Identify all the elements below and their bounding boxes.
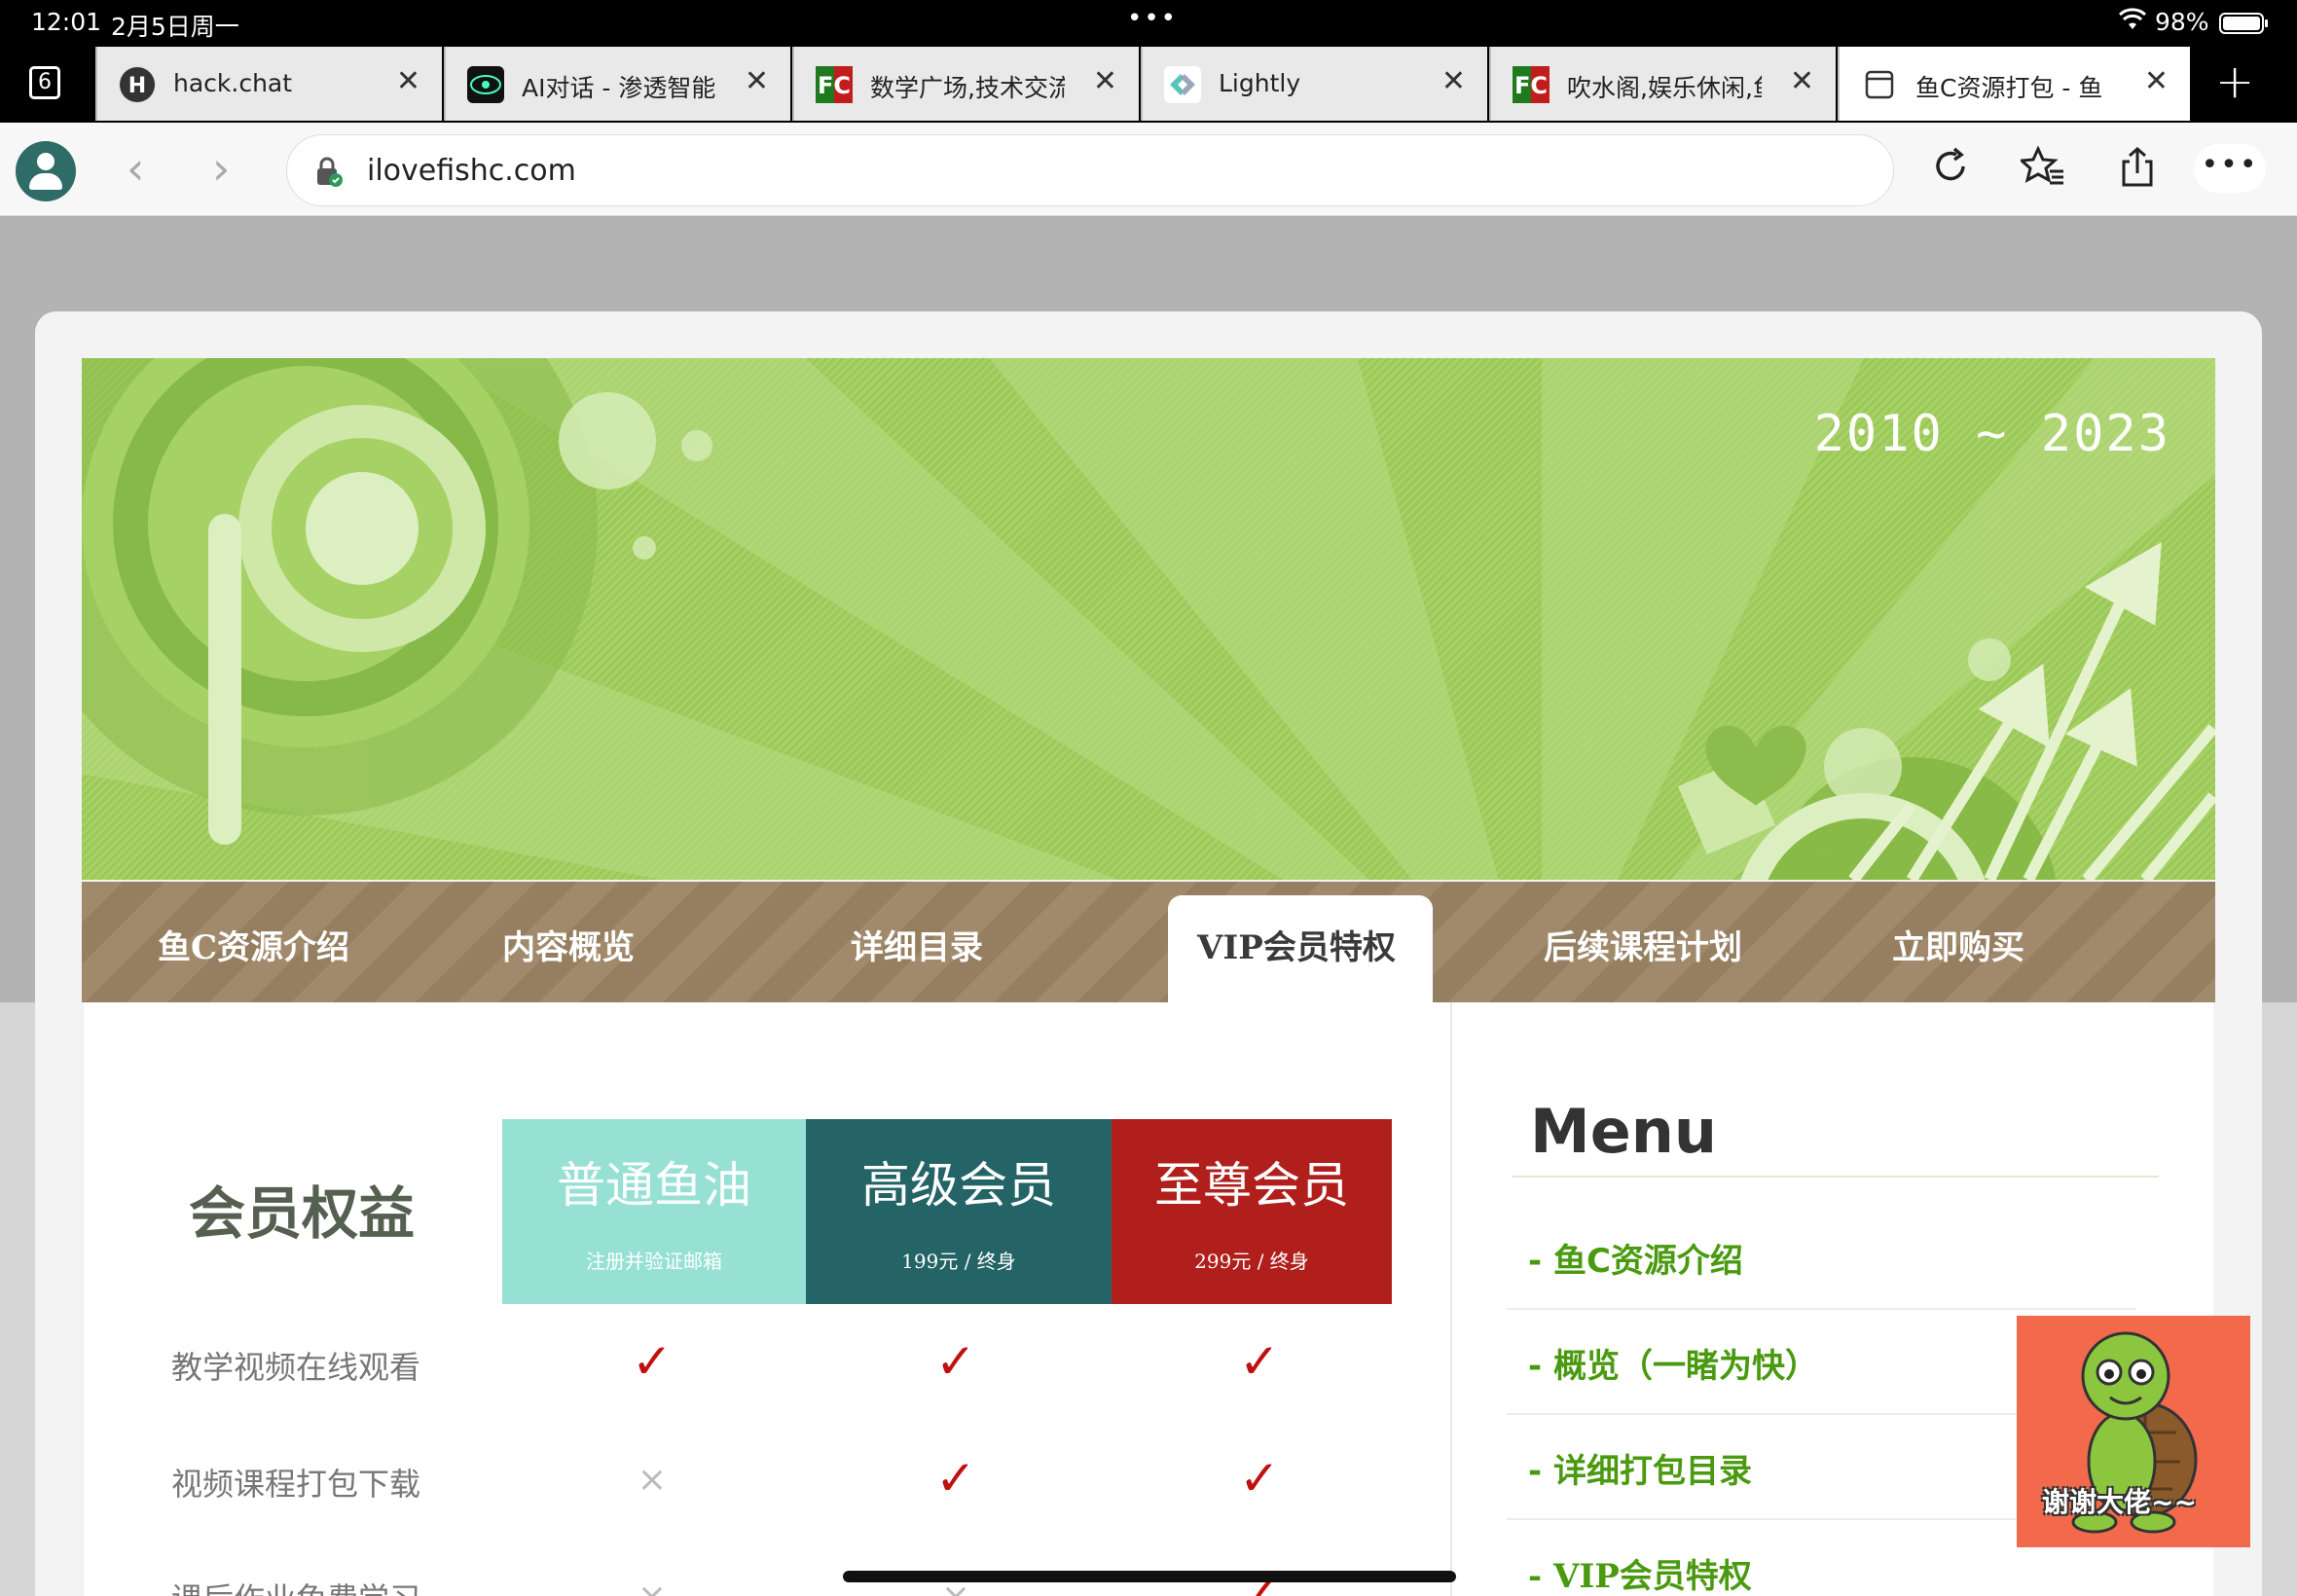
tab-fishc-resources[interactable]: 鱼C资源打包 - 鱼 ✕ xyxy=(1838,47,2190,121)
battery-icon xyxy=(2219,13,2268,34)
divider xyxy=(1507,1308,2135,1310)
status-date: 2月5日周一 xyxy=(111,13,239,41)
tab-math-forum[interactable]: FC 数学广场,技术交流 ✕ xyxy=(792,47,1139,121)
close-icon[interactable]: ✕ xyxy=(1441,64,1466,98)
check-icon: ✓ xyxy=(935,1333,976,1390)
close-icon[interactable]: ✕ xyxy=(2144,64,2169,98)
reload-icon[interactable] xyxy=(1931,146,1970,197)
banner-years: 2010 ~ 2023 xyxy=(1813,405,2170,463)
plan-price: 注册并验证邮箱 xyxy=(586,1250,722,1273)
svg-text:H: H xyxy=(128,74,146,98)
plan-basic: 普通鱼油 注册并验证邮箱 xyxy=(502,1119,806,1304)
plan-price: 199元 / 终身 xyxy=(901,1250,1016,1273)
forward-chevron-icon[interactable]: › xyxy=(212,142,230,195)
tab-chat-lounge[interactable]: FC 吹水阁,娱乐休闲,鱼 ✕ xyxy=(1489,47,1836,121)
cross-icon: × xyxy=(637,1460,668,1500)
tab-title: 吹水阁,娱乐休闲,鱼 xyxy=(1567,74,1762,102)
plan-name: 普通鱼油 xyxy=(557,1157,751,1214)
fishc-icon: FC xyxy=(816,66,853,103)
benefit-row-label: 课后作业免费学习 xyxy=(171,1575,420,1596)
status-time: 12:01 xyxy=(31,8,102,36)
benefit-row-label: 视频课程打包下载 xyxy=(171,1466,421,1503)
new-tab-plus-icon[interactable]: + xyxy=(2215,54,2254,109)
divider xyxy=(1513,1176,2159,1178)
menu-item-catalog[interactable]: - 详细打包目录 xyxy=(1528,1444,1752,1492)
home-indicator[interactable] xyxy=(843,1571,1456,1582)
menu-item-intro[interactable]: - 鱼C资源介绍 xyxy=(1528,1234,1743,1282)
profile-avatar-icon[interactable] xyxy=(16,141,76,201)
benefits-title: 会员权益 xyxy=(189,1180,416,1247)
nav-item-overview[interactable]: 内容概览 xyxy=(502,921,635,968)
browser-toolbar: ‹ › ilovefishc.com ••• xyxy=(0,123,2297,216)
close-icon[interactable]: ✕ xyxy=(396,64,420,98)
nav-item-intro[interactable]: 鱼C资源介绍 xyxy=(158,921,349,968)
favorites-star-icon[interactable] xyxy=(2018,145,2065,197)
site-security-icon[interactable] xyxy=(314,157,344,195)
cross-icon: × xyxy=(623,1577,681,1596)
nav-item-vip-label: VIP会员特权 xyxy=(1197,928,1396,967)
close-icon[interactable]: ✕ xyxy=(1790,64,1814,98)
nav-item-catalog[interactable]: 详细目录 xyxy=(851,921,983,968)
svg-text:FC: FC xyxy=(818,72,851,99)
check-icon: ✓ xyxy=(935,1450,976,1506)
plan-supreme: 至尊会员 299元 / 终身 xyxy=(1112,1119,1392,1304)
battery-percent: 98% xyxy=(2155,8,2209,36)
turtle-sticker[interactable]: 谢谢大佬~~ xyxy=(2017,1316,2250,1547)
page-icon xyxy=(1861,66,1898,103)
check-icon: ✓ xyxy=(1239,1333,1280,1390)
sticker-text: 谢谢大佬~~ xyxy=(2042,1486,2197,1518)
tab-hack-chat[interactable]: H hack.chat ✕ xyxy=(95,47,442,121)
check-icon: ✓ xyxy=(1239,1450,1280,1506)
plan-name: 至尊会员 xyxy=(1154,1157,1349,1214)
menu-item-overview[interactable]: - 概览（一睹为快） xyxy=(1528,1339,1818,1387)
tab-title: 数学广场,技术交流 xyxy=(870,74,1065,102)
tab-title: AI对话 - 渗透智能 xyxy=(522,74,716,102)
url-text[interactable]: ilovefishc.com xyxy=(367,154,576,188)
tab-ai-chat[interactable]: AI对话 - 渗透智能 ✕ xyxy=(444,47,790,121)
tab-strip: 6 H hack.chat ✕ AI对话 - 渗透智能 ✕ FC 数学广场,技术… xyxy=(0,47,2297,123)
menu-title: Menu xyxy=(1530,1096,1718,1167)
tab-lightly[interactable]: Lightly ✕ xyxy=(1141,47,1487,121)
nav-item-vip[interactable]: VIP会员特权 xyxy=(1168,895,1433,1004)
close-icon[interactable]: ✕ xyxy=(1093,64,1117,98)
benefit-row-label: 教学视频在线观看 xyxy=(171,1349,421,1386)
wifi-icon xyxy=(2118,8,2147,37)
share-icon[interactable] xyxy=(2118,146,2157,199)
check-icon: ✓ xyxy=(632,1333,673,1390)
plan-name: 高级会员 xyxy=(861,1157,1056,1214)
tab-count-button[interactable]: 6 xyxy=(29,66,60,99)
lightly-icon xyxy=(1164,66,1201,103)
close-icon[interactable]: ✕ xyxy=(745,64,769,98)
tab-title: hack.chat xyxy=(173,69,293,97)
address-bar[interactable]: ilovefishc.com xyxy=(286,134,1894,206)
menu-item-vip[interactable]: - VIP会员特权 xyxy=(1528,1549,1752,1596)
nav-item-buy-now[interactable]: 立即购买 xyxy=(1892,921,2024,968)
svg-text:FC: FC xyxy=(1514,72,1548,99)
nav-item-future-courses[interactable]: 后续课程计划 xyxy=(1544,921,1742,968)
tab-title: 鱼C资源打包 - 鱼 xyxy=(1915,74,2103,102)
fishc-icon: FC xyxy=(1513,66,1550,103)
back-chevron-icon[interactable]: ‹ xyxy=(127,142,144,195)
plan-premium: 高级会员 199元 / 终身 xyxy=(806,1119,1112,1304)
hack-chat-icon: H xyxy=(119,66,156,103)
status-bar: 12:01 2月5日周一 ••• 98% xyxy=(0,0,2297,47)
multitasking-dots-icon[interactable]: ••• xyxy=(1127,4,1178,33)
tab-title: Lightly xyxy=(1219,69,1301,97)
ai-chat-icon xyxy=(467,66,504,103)
site-nav: 鱼C资源介绍 内容概览 详细目录 后续课程计划 立即购买 xyxy=(82,882,2215,1002)
more-options-icon[interactable]: ••• xyxy=(2194,144,2266,193)
header-banner: 2010 ~ 2023 xyxy=(82,358,2215,880)
plan-price: 299元 / 终身 xyxy=(1194,1250,1309,1273)
